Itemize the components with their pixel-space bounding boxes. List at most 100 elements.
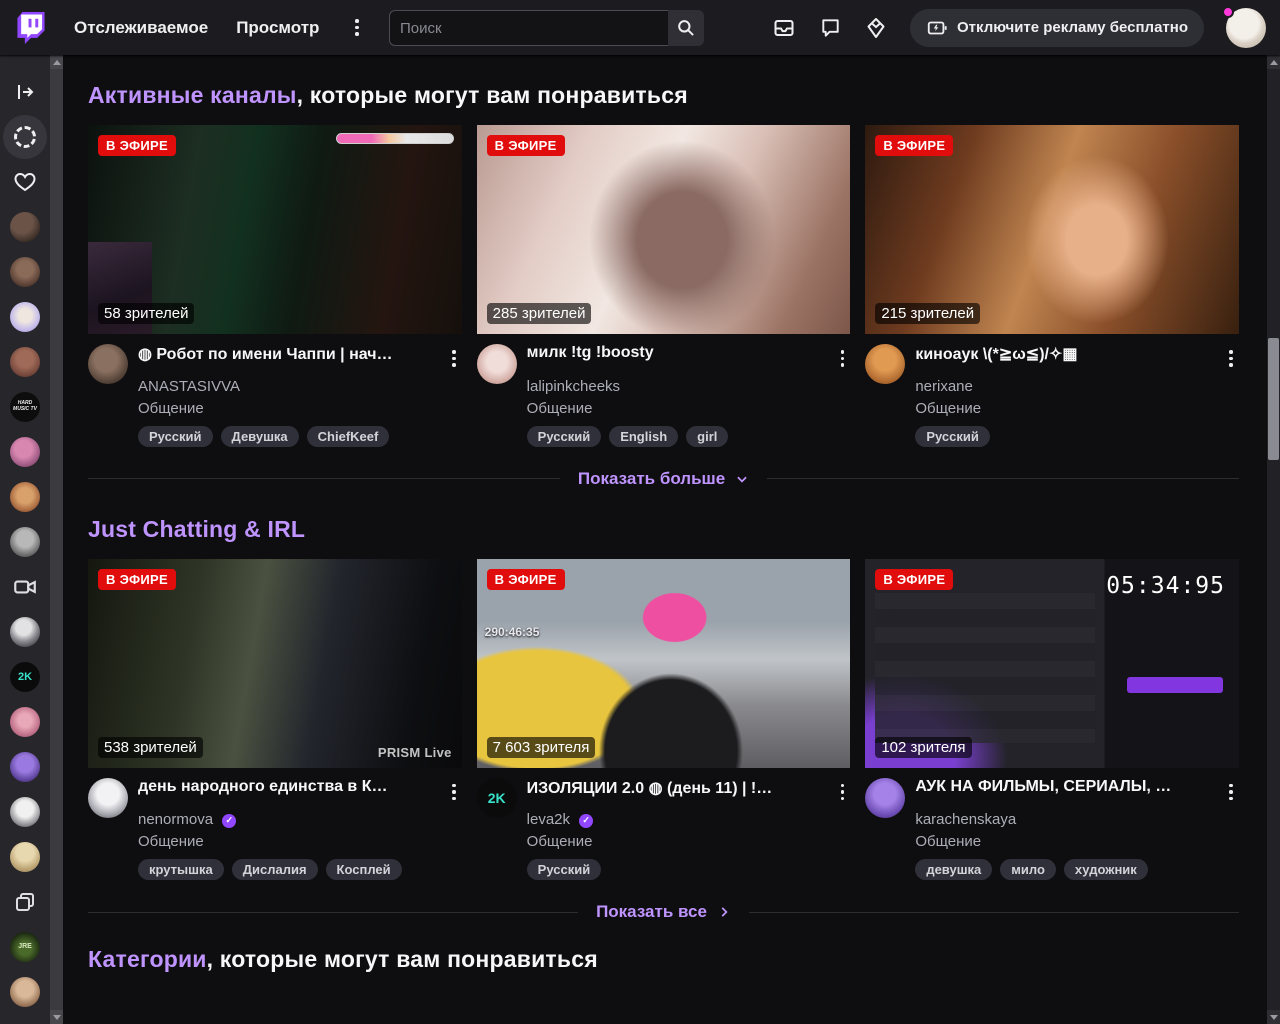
tag[interactable]: Русский (915, 425, 990, 447)
channel-avatar-hardmusic[interactable]: HARD MUSIC TV (10, 391, 40, 422)
tag[interactable]: девушка (915, 859, 993, 880)
goal-bar-overlay (335, 133, 454, 144)
stories-button[interactable] (3, 114, 47, 159)
copy-squares-icon[interactable] (13, 890, 37, 914)
category-link[interactable]: Общение (527, 833, 851, 850)
stream-thumbnail[interactable]: В ЭФИРЕ 58 зрителей (88, 125, 462, 334)
channel-name[interactable]: leva2k ✓ (527, 811, 851, 828)
channel-name[interactable]: nerixane (915, 378, 1239, 395)
card-options-icon[interactable] (446, 344, 462, 373)
channel-name[interactable]: karachenskaya (915, 811, 1239, 828)
channel-avatar[interactable] (10, 706, 40, 737)
channel-avatar[interactable] (10, 211, 40, 242)
search-bar (389, 10, 704, 46)
stream-title[interactable]: ◍ Робот по имени Чаппи | нач… (138, 344, 416, 364)
drops-icon[interactable] (864, 16, 888, 40)
tag[interactable]: Русский (138, 425, 213, 447)
tag[interactable]: крутышка (138, 859, 224, 880)
scroll-up-arrow[interactable] (1267, 55, 1280, 69)
collapse-sidebar-icon[interactable] (13, 80, 37, 104)
tag[interactable]: Дислалия (231, 859, 318, 880)
channel-name[interactable]: nenormova ✓ (138, 811, 462, 828)
show-more-button[interactable]: Показать больше (560, 469, 767, 489)
tag[interactable]: Косплей (325, 859, 402, 880)
stream-title[interactable]: АУК НА ФИЛЬМЫ, СЕРИАЛЫ, … (915, 778, 1193, 796)
stream-title[interactable]: день народного единства в К… (138, 778, 416, 796)
live-channels-link[interactable]: Активные каналы (88, 82, 297, 108)
tag[interactable]: художник (1063, 859, 1148, 880)
sidebar-scrollbar[interactable] (50, 55, 63, 1024)
channel-avatar[interactable] (10, 976, 40, 1007)
inbox-icon[interactable] (772, 16, 796, 40)
stream-title[interactable]: милк !tg !boosty (527, 344, 805, 362)
scroll-down-arrow[interactable] (1267, 1010, 1280, 1024)
chevron-down-icon (737, 476, 747, 483)
show-all-button[interactable]: Показать все (578, 902, 749, 922)
ad-free-label: Отключите рекламу бесплатно (957, 19, 1188, 36)
page-scrollbar[interactable] (1267, 55, 1280, 1024)
channel-avatar[interactable] (865, 777, 906, 818)
whispers-icon[interactable] (818, 16, 842, 40)
category-link[interactable]: Общение (527, 400, 851, 417)
tag[interactable]: Русский (526, 859, 602, 880)
channel-avatar[interactable] (88, 777, 128, 818)
card-options-icon[interactable] (835, 778, 851, 807)
category-link[interactable]: Общение (138, 833, 462, 850)
channel-avatar[interactable] (865, 344, 906, 384)
stream-title[interactable]: ИЗОЛЯЦИИ 2.0 ◍ (день 11) | !… (527, 778, 805, 798)
channel-avatar-2k[interactable]: 2K (10, 661, 40, 692)
tag[interactable]: мило (1000, 859, 1056, 880)
stream-thumbnail[interactable]: В ЭФИРЕ 538 зрителей PRISM Live (88, 558, 462, 768)
channel-avatar[interactable] (10, 346, 40, 377)
stream-thumbnail[interactable]: В ЭФИРЕ 285 зрителей (476, 125, 851, 334)
card-options-icon[interactable] (1223, 778, 1239, 807)
channel-avatar[interactable] (10, 481, 40, 512)
live-badge: В ЭФИРЕ (875, 135, 954, 156)
category-link[interactable]: Общение (138, 400, 462, 417)
search-button[interactable] (668, 10, 704, 46)
stream-title[interactable]: киноаук \(*≧ω≦)/✧▦ (915, 344, 1193, 364)
channel-avatar[interactable] (10, 301, 40, 332)
nav-following-link[interactable]: Отслеживаемое (74, 18, 208, 38)
category-link[interactable]: Общение (915, 833, 1239, 850)
stream-thumbnail[interactable]: 05:34:95 В ЭФИРЕ 102 зрителя (865, 558, 1239, 768)
channel-name[interactable]: ANASTASIVVA (138, 378, 462, 395)
channel-avatar[interactable] (476, 344, 517, 384)
tag[interactable]: girl (686, 425, 729, 447)
channel-avatar-jre[interactable]: JRE (10, 931, 40, 962)
channel-name[interactable]: lalipinkcheeks (527, 378, 851, 395)
heart-icon[interactable] (13, 170, 37, 194)
card-options-icon[interactable] (1223, 344, 1239, 373)
scroll-down-arrow[interactable] (50, 1010, 63, 1024)
video-camera-icon[interactable] (12, 574, 38, 600)
twitch-logo-icon[interactable] (16, 11, 46, 44)
channel-avatar[interactable] (10, 256, 40, 287)
tag[interactable]: ChiefKeef (306, 425, 390, 447)
nav-browse-link[interactable]: Просмотр (236, 18, 319, 38)
tag[interactable]: English (609, 425, 679, 447)
channel-avatar-2k[interactable]: 2K (476, 777, 517, 818)
tag[interactable]: Русский (526, 425, 602, 447)
stream-thumbnail[interactable]: В ЭФИРЕ 290:46:35 7 603 зрителя (476, 558, 851, 768)
search-input[interactable] (389, 10, 668, 46)
just-chatting-link[interactable]: Just Chatting & IRL (88, 516, 305, 542)
channel-avatar[interactable] (10, 841, 40, 872)
channel-avatar[interactable] (10, 751, 40, 782)
channel-avatar[interactable] (10, 796, 40, 827)
scrollbar-thumb[interactable] (1268, 338, 1279, 460)
stream-thumbnail[interactable]: В ЭФИРЕ 215 зрителей (865, 125, 1239, 334)
user-avatar[interactable] (1222, 5, 1266, 48)
tag[interactable]: Девушка (220, 425, 299, 447)
channel-avatar[interactable] (88, 344, 128, 384)
stream-card: В ЭФИРЕ 285 зрителей милк !tg !boosty la… (476, 125, 851, 447)
channel-avatar[interactable] (10, 616, 40, 647)
nav-more-menu-icon[interactable] (349, 13, 365, 42)
categories-link[interactable]: Категории (88, 946, 207, 972)
card-options-icon[interactable] (835, 344, 851, 373)
channel-avatar[interactable] (10, 436, 40, 467)
category-link[interactable]: Общение (915, 400, 1239, 417)
channel-avatar[interactable] (10, 526, 40, 557)
scroll-up-arrow[interactable] (50, 55, 63, 69)
ad-free-button[interactable]: Отключите рекламу бесплатно (910, 8, 1204, 47)
card-options-icon[interactable] (446, 778, 462, 807)
